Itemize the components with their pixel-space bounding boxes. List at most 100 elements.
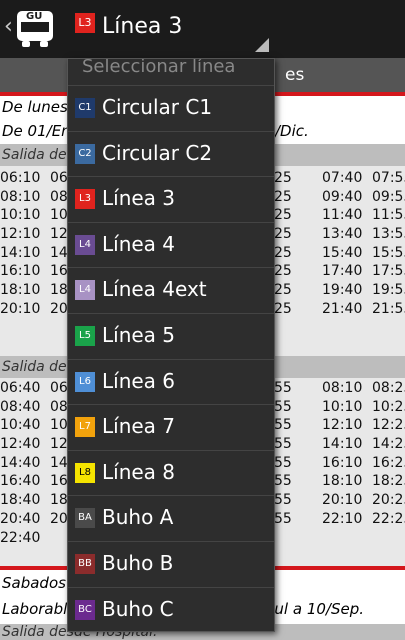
time-cell: 08:25 (372, 380, 405, 396)
time-cell: 18:40 (0, 492, 41, 509)
line-option-label: Buho C (102, 596, 174, 621)
line-option-label: Buho B (102, 551, 174, 575)
line-option-label: Buho A (102, 505, 174, 530)
time-cell: 55 (274, 436, 292, 453)
line-option[interactable]: L6 Línea 6 (68, 358, 274, 405)
time-cell: 15:40 (322, 244, 363, 261)
time-cell: 06:40 (0, 380, 41, 396)
time-cell: 13:55 (372, 226, 405, 243)
time-cell: 12 (50, 226, 68, 243)
line-option-label: Línea 3 (102, 186, 176, 211)
section-line1: De lunes (2, 98, 68, 116)
time-cell: 20:40 (0, 510, 41, 527)
line-option-label: Línea 5 (102, 323, 176, 347)
line-badge-icon: L7 (75, 417, 95, 438)
time-cell: 22:25 (372, 510, 405, 527)
line-badge-icon: C1 (75, 98, 95, 118)
time-cell: 08 (50, 188, 68, 205)
time-cell: 55 (274, 454, 292, 471)
time-cell: 18 (50, 492, 68, 509)
line-option[interactable]: BC Buho C (68, 586, 274, 631)
time-cell: 13:40 (322, 226, 363, 243)
selected-line-badge[interactable]: L3 (75, 13, 95, 33)
time-cell: 14:25 (372, 436, 405, 453)
time-cell: 09:55 (372, 188, 405, 205)
time-cell: 55 (274, 492, 292, 509)
line-badge-icon: BA (75, 508, 95, 529)
line-badge-icon: C2 (75, 143, 95, 164)
time-cell: 22:40 (0, 529, 41, 546)
logo-text: GU (26, 11, 43, 22)
line-option-label: Circular C2 (102, 140, 213, 165)
time-cell: 25 (274, 244, 292, 261)
line-badge-icon: L5 (75, 326, 95, 346)
time-cell: 12:25 (372, 417, 405, 434)
time-cell: 55 (274, 417, 292, 434)
time-cell: 25 (274, 188, 292, 205)
back-chevron-icon[interactable]: ‹ (4, 14, 13, 39)
time-cell: 07:40 (322, 170, 363, 186)
line-option-label: Línea 8 (102, 459, 176, 484)
time-cell: 14:40 (0, 454, 41, 471)
line-badge-icon: BC (75, 599, 95, 620)
time-cell: 15:55 (372, 244, 405, 261)
time-cell: 17:55 (372, 263, 405, 280)
time-cell: 20:25 (372, 492, 405, 509)
line-option-label: Línea 7 (102, 414, 176, 439)
line-option[interactable]: L7 Línea 7 (68, 404, 274, 450)
time-cell: 21:55 (372, 300, 405, 317)
time-cell: 08:10 (0, 188, 41, 205)
line-option-label: Circular C1 (102, 95, 213, 119)
time-cell: 06 (50, 170, 68, 186)
line-badge-icon: BB (75, 554, 95, 574)
time-cell: 25 (274, 300, 292, 317)
time-cell: 12:40 (0, 436, 41, 453)
line-option[interactable]: L8 Línea 8 (68, 449, 274, 496)
time-cell: 08 (50, 398, 68, 415)
line-option[interactable]: C1 Circular C1 (68, 85, 274, 131)
bus-logo-icon[interactable]: GU (14, 8, 56, 50)
time-cell: 19:40 (322, 282, 363, 299)
time-cell: 17:40 (322, 263, 363, 280)
time-cell: 18:25 (372, 473, 405, 490)
section-line2: De 01/En (2, 122, 71, 140)
time-cell: 07:55 (372, 170, 405, 186)
line-option[interactable]: L4 Línea 4 (68, 221, 274, 268)
time-cell: 10:10 (0, 207, 41, 224)
time-cell: 08:40 (0, 398, 41, 415)
time-cell: 10 (50, 417, 68, 434)
time-cell: 10:25 (372, 398, 405, 415)
time-cell: 18:10 (0, 282, 41, 299)
time-cell: 06 (50, 380, 68, 396)
line-option[interactable]: L3 Línea 3 (68, 176, 274, 222)
time-cell: 16 (50, 263, 68, 280)
time-cell: 20:10 (0, 300, 41, 317)
line-option[interactable]: L4 Línea 4ext (68, 267, 274, 313)
time-cell: 55 (274, 398, 292, 415)
time-cell: 10:10 (322, 398, 363, 415)
time-cell: 06:10 (0, 170, 41, 186)
time-cell: 25 (274, 170, 292, 186)
time-cell: 16:10 (0, 263, 41, 280)
time-cell: 20:10 (322, 492, 363, 509)
time-cell: 14 (50, 244, 68, 261)
time-cell: 16 (50, 473, 68, 490)
time-cell: 22:10 (322, 510, 363, 527)
time-cell: 10:40 (0, 417, 41, 434)
dropdown-title: Seleccionar línea (82, 59, 236, 77)
selected-line-label[interactable]: Línea 3 (102, 14, 182, 39)
spinner-arrow-icon[interactable] (255, 38, 269, 52)
line-option[interactable]: BA Buho A (68, 495, 274, 541)
time-cell: 16:25 (372, 454, 405, 471)
time-cell: 20 (50, 300, 68, 317)
section-line2-right: /Dic. (275, 122, 309, 140)
line-option[interactable]: C2 Circular C2 (68, 130, 274, 177)
line-option[interactable]: L5 Línea 5 (68, 313, 274, 359)
line-badge-icon: L4 (75, 280, 95, 301)
time-cell: 12:10 (0, 226, 41, 243)
line-option[interactable]: BB Buho B (68, 541, 274, 587)
time-cell: 12:10 (322, 417, 363, 434)
time-cell: 25 (274, 263, 292, 280)
action-bar: ‹ GU L3 Línea 3 (0, 0, 405, 58)
time-cell: 12 (50, 436, 68, 453)
